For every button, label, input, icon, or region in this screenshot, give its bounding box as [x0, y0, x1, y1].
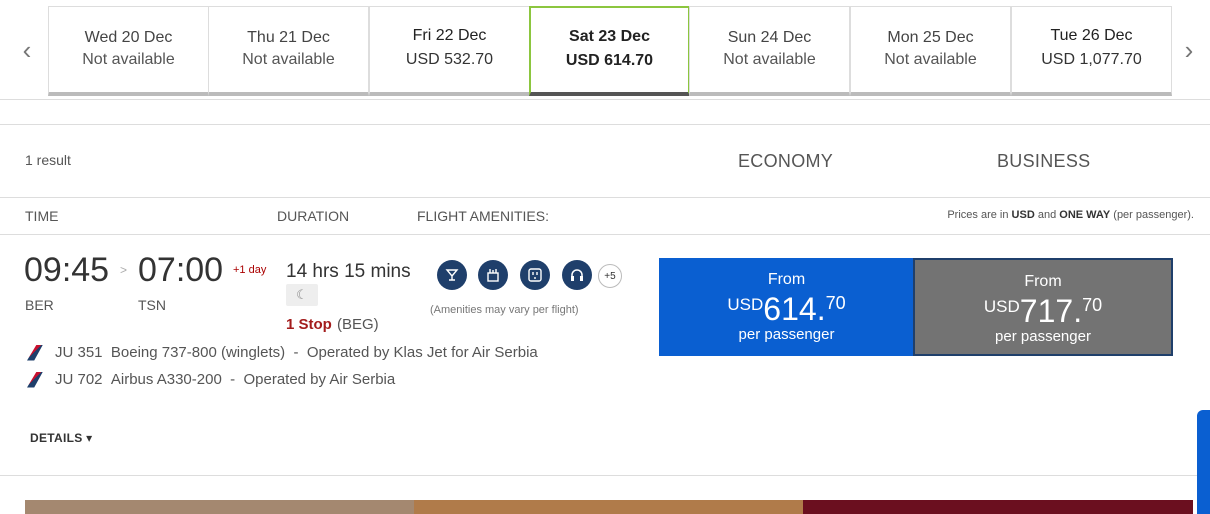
business-fare-button[interactable]: From USD717.70 per passenger: [913, 258, 1173, 356]
date-price: Not available: [82, 51, 175, 68]
column-header-row: TIME DURATION FLIGHT AMENITIES: Prices a…: [0, 197, 1210, 235]
date-label: Tue 26 Dec: [1050, 27, 1133, 44]
segment-flight-number: JU 351: [55, 344, 103, 361]
power-outlet-icon[interactable]: [520, 260, 550, 290]
headphones-icon[interactable]: [562, 260, 592, 290]
date-price: Not available: [723, 51, 816, 68]
feedback-side-tab[interactable]: [1197, 410, 1210, 514]
departure-time: 09:45: [24, 251, 110, 289]
date-option-tue-26[interactable]: Tue 26 Dec USD 1,077.70: [1011, 6, 1172, 96]
details-toggle[interactable]: DETAILS ▾: [30, 431, 93, 445]
date-option-fri-22[interactable]: Fri 22 Dec USD 532.70: [369, 6, 530, 96]
column-amenities: FLIGHT AMENITIES:: [417, 208, 549, 224]
air-serbia-logo-icon: [25, 345, 45, 361]
arrival-airport: TSN: [138, 297, 166, 313]
fare-from-label: From: [767, 271, 806, 288]
air-serbia-logo-icon: [25, 372, 45, 388]
fare-brand-panel-value[interactable]: [414, 500, 803, 514]
date-label: Sat 23 Dec: [569, 28, 650, 45]
date-label: Sun 24 Dec: [727, 29, 812, 46]
cabin-header-business: BUSINESS: [997, 151, 1091, 171]
date-label: Wed 20 Dec: [84, 29, 173, 46]
stop-count[interactable]: 1 Stop: [286, 316, 332, 333]
column-time: TIME: [25, 208, 59, 224]
fare-per-passenger: per passenger: [738, 326, 835, 343]
divider: [0, 124, 1210, 125]
fare-brand-panel-saver[interactable]: [25, 500, 414, 514]
amenities-note: (Amenities may vary per flight): [430, 304, 579, 316]
divider: [0, 475, 1210, 476]
segment-operator: Operated by Air Serbia: [243, 371, 396, 388]
date-label: Fri 22 Dec: [412, 27, 487, 44]
segment-aircraft: Boeing 737-800 (winglets): [110, 344, 286, 361]
date-price: USD 1,077.70: [1041, 51, 1142, 68]
date-carousel: ‹ Wed 20 Dec Not available Thu 21 Dec No…: [0, 0, 1210, 100]
economy-fare-button[interactable]: From USD614.70 per passenger: [659, 258, 914, 356]
date-price: USD 614.70: [565, 52, 654, 69]
segment-row: JU 351 Boeing 737-800 (winglets) - Opera…: [25, 344, 538, 361]
drink-icon[interactable]: [437, 260, 467, 290]
date-option-thu-21[interactable]: Thu 21 Dec Not available: [208, 6, 369, 96]
segment-aircraft: Airbus A330-200: [110, 371, 222, 388]
segment-flight-number: JU 702: [55, 371, 103, 388]
departure-airport: BER: [25, 297, 54, 313]
date-price: USD 532.70: [405, 51, 494, 68]
arrival-time: 07:00: [138, 251, 224, 289]
fare-brand-panel-freedom[interactable]: [803, 500, 1193, 514]
meal-icon[interactable]: [478, 260, 508, 290]
segment-row: JU 702 Airbus A330-200 - Operated by Air…: [25, 371, 395, 388]
date-option-mon-25[interactable]: Mon 25 Dec Not available: [850, 6, 1011, 96]
date-option-sun-24[interactable]: Sun 24 Dec Not available: [689, 6, 850, 96]
fare-per-passenger: per passenger: [995, 328, 1091, 345]
amenities-more-button[interactable]: +5: [598, 264, 622, 288]
segment-operator: Operated by Klas Jet for Air Serbia: [306, 344, 538, 361]
fare-from-label: From: [1024, 273, 1062, 290]
column-duration: DURATION: [277, 208, 350, 224]
date-option-wed-20[interactable]: Wed 20 Dec Not available: [48, 6, 209, 96]
fare-price: USD614.70: [727, 291, 846, 327]
date-label: Thu 21 Dec: [247, 29, 330, 46]
overnight-moon-icon: ☾: [286, 284, 318, 306]
arrow-right-icon: >: [120, 263, 128, 277]
chevron-right-icon[interactable]: ›: [1174, 30, 1204, 70]
chevron-left-icon[interactable]: ‹: [12, 30, 42, 70]
day-offset: +1 day: [233, 264, 267, 276]
result-count: 1 result: [25, 152, 71, 168]
price-note: Prices are in USD and ONE WAY (per passe…: [947, 209, 1194, 221]
date-label: Mon 25 Dec: [887, 29, 974, 46]
fare-price: USD717.70: [983, 293, 1103, 329]
date-price: Not available: [884, 51, 977, 68]
flight-duration: 14 hrs 15 mins: [286, 261, 411, 282]
stop-city: (BEG): [337, 316, 379, 333]
date-option-sat-23-selected[interactable]: Sat 23 Dec USD 614.70: [529, 6, 690, 96]
cabin-header-economy: ECONOMY: [738, 151, 834, 171]
date-price: Not available: [242, 51, 335, 68]
